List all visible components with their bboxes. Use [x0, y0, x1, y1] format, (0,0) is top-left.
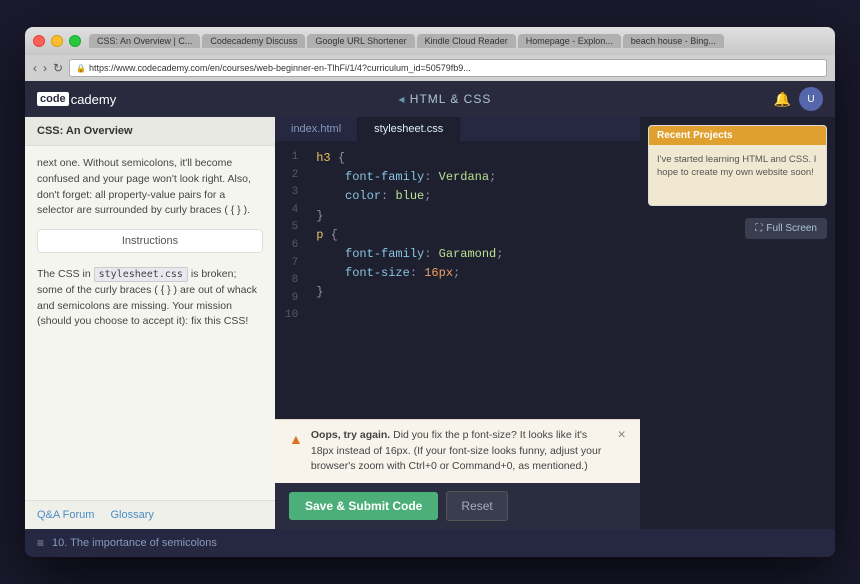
browser-tab-3[interactable]: Google URL Shortener [307, 34, 414, 48]
browser-tab-2[interactable]: Codecademy Discuss [202, 34, 305, 48]
browser-tab-4[interactable]: Kindle Cloud Reader [417, 34, 516, 48]
editor-panel: index.html stylesheet.css 1234 5678 910 … [275, 117, 640, 529]
fullscreen-button[interactable]: ⛶ Full Screen [745, 218, 827, 239]
line-numbers: 1234 5678 910 [275, 149, 308, 411]
mac-window: CSS: An Overview | C... Codecademy Discu… [25, 27, 835, 557]
traffic-lights [33, 35, 81, 47]
logo-code: code [37, 92, 69, 106]
bottom-bar: ≡ 10. The importance of semicolons [25, 529, 835, 557]
logo-academy: cademy [71, 92, 117, 107]
warning-icon: ▲ [289, 429, 303, 450]
minimize-button[interactable] [51, 35, 63, 47]
fullscreen-label: Full Screen [766, 223, 817, 234]
maximize-button[interactable] [69, 35, 81, 47]
lock-icon: 🔒 [76, 64, 86, 73]
save-submit-button[interactable]: Save & Submit Code [289, 492, 438, 520]
address-bar[interactable]: 🔒 https://www.codecademy.com/en/courses/… [69, 59, 827, 77]
fullscreen-icon: ⛶ [755, 223, 762, 234]
lesson-number: 10. The importance of semicolons [52, 537, 217, 549]
logo: code cademy [37, 92, 116, 107]
right-panel: Recent Projects I've started learning HT… [640, 117, 835, 529]
lesson-title: CSS: An Overview [25, 117, 275, 146]
address-text: https://www.codecademy.com/en/courses/we… [89, 63, 471, 73]
reload-button[interactable]: ↻ [53, 61, 63, 75]
browser-tabs: CSS: An Overview | C... Codecademy Discu… [89, 34, 827, 48]
tab-index-html[interactable]: index.html [275, 117, 358, 141]
recent-projects-title: Recent Projects [649, 126, 826, 145]
code-content[interactable]: h3 { font-family: Verdana; color: blue; … [308, 149, 640, 411]
close-button[interactable] [33, 35, 45, 47]
title-bar: CSS: An Overview | C... Codecademy Discu… [25, 27, 835, 55]
code-editor[interactable]: 1234 5678 910 h3 { font-family: Verdana;… [275, 141, 640, 419]
avatar[interactable]: U [799, 87, 823, 111]
instructions-content: The CSS in stylesheet.css is broken; som… [25, 259, 275, 500]
recent-projects-card: Recent Projects I've started learning HT… [648, 125, 827, 206]
reset-button[interactable]: Reset [446, 491, 507, 521]
recent-projects-content: I've started learning HTML and CSS. I ho… [649, 145, 826, 205]
close-feedback-button[interactable]: ✕ [617, 428, 626, 444]
browser-tab-6[interactable]: beach house - Bing... [623, 34, 724, 48]
main-content: CSS: An Overview next one. Without semic… [25, 117, 835, 529]
action-bar: Save & Submit Code Reset [275, 483, 640, 529]
feedback-message: Oops, try again. Did you fix the p font-… [311, 428, 609, 475]
browser-tab-5[interactable]: Homepage - Explon... [518, 34, 621, 48]
feedback-bar: ▲ Oops, try again. Did you fix the p fon… [275, 419, 640, 483]
app: code cademy ◂ HTML & CSS 🔔 U CSS: An Ove… [25, 81, 835, 557]
qa-forum-link[interactable]: Q&A Forum [37, 509, 94, 521]
app-header: code cademy ◂ HTML & CSS 🔔 U [25, 81, 835, 117]
bell-icon[interactable]: 🔔 [774, 91, 791, 108]
back-button[interactable]: ‹ [33, 61, 37, 75]
left-footer: Q&A Forum Glossary [25, 500, 275, 529]
left-panel: CSS: An Overview next one. Without semic… [25, 117, 275, 529]
forward-button[interactable]: › [43, 61, 47, 75]
instructions-tab[interactable]: Instructions [37, 229, 263, 253]
browser-tab-1[interactable]: CSS: An Overview | C... [89, 34, 200, 48]
tab-stylesheet-css[interactable]: stylesheet.css [358, 117, 460, 141]
editor-tabs: index.html stylesheet.css [275, 117, 640, 141]
address-bar-row: ‹ › ↻ 🔒 https://www.codecademy.com/en/co… [25, 55, 835, 81]
instructions-pre: The CSS in [37, 268, 91, 280]
hamburger-menu[interactable]: ≡ [37, 536, 44, 550]
right-spacer [640, 247, 835, 529]
lesson-text: next one. Without semicolons, it'll beco… [25, 146, 275, 229]
instructions-code-ref: stylesheet.css [94, 267, 188, 282]
app-title: ◂ HTML & CSS [116, 92, 773, 106]
header-icons: 🔔 U [774, 87, 823, 111]
glossary-link[interactable]: Glossary [110, 509, 153, 521]
